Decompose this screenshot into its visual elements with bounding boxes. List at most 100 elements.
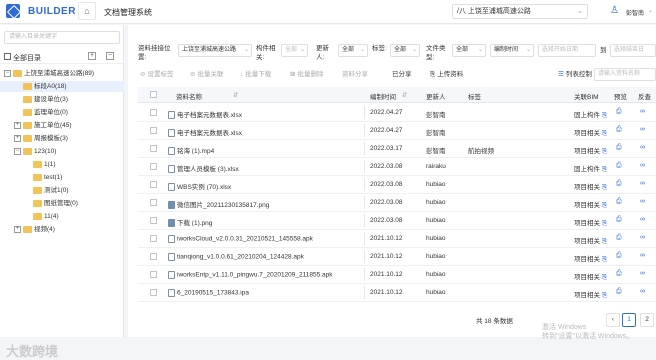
page-2-button[interactable]: 2 (640, 313, 654, 327)
table-row[interactable]: 6_20190515_173843.ipa 2021.10.12 hubiao 项目相… (138, 284, 656, 302)
start-date-input[interactable]: 选择开始日期 (538, 44, 596, 57)
expand-icon[interactable]: + (14, 121, 21, 129)
tree-node[interactable]: 建设单位(3) (0, 94, 124, 105)
reverse-lookup-icon[interactable]: ∞ (640, 162, 645, 169)
user-name[interactable]: 彭智南 (626, 8, 644, 17)
file-name[interactable]: iworksEntp_v1.11.0_pingwu.7_20201209_211… (177, 272, 333, 279)
column-date[interactable]: 编制时间 (370, 91, 396, 101)
tree-node[interactable]: 监理单位(0) (0, 107, 124, 118)
batch-delete-button[interactable]: ⊠ 批量删除 (290, 70, 323, 79)
bim-link[interactable]: 项目相关 ⎘ (574, 145, 607, 156)
tree-node[interactable]: − 上饶至浦城高速公路(89) (0, 68, 124, 79)
file-name[interactable]: 管理人员模板 (3).xlsx (177, 166, 239, 173)
table-row[interactable]: 下载 (1).png 2022.03.08 hubiao 项目相关 ⎘ ⎙ ∞ (138, 212, 656, 230)
row-checkbox[interactable] (150, 253, 157, 260)
file-name[interactable]: 电子档案元数据表.xlsx (177, 112, 242, 119)
row-checkbox[interactable] (150, 109, 157, 116)
reverse-lookup-icon[interactable]: ∞ (640, 288, 645, 295)
bim-link[interactable]: 固上构件 ⎘ (574, 163, 607, 174)
reverse-lookup-icon[interactable]: ∞ (640, 216, 645, 223)
preview-icon[interactable]: ⎙ (616, 180, 622, 188)
link-icon[interactable]: ⎘ (602, 184, 607, 191)
tree-node[interactable]: + 周报模板(3) (0, 133, 124, 144)
tree-node[interactable]: 1(1) (0, 159, 124, 170)
tree-node[interactable]: 11(4) (0, 211, 124, 222)
row-checkbox[interactable] (150, 199, 157, 206)
link-icon[interactable]: ⎘ (602, 292, 607, 299)
bim-link[interactable]: 项目相关 ⎘ (574, 217, 607, 228)
preview-icon[interactable]: ⎙ (616, 216, 622, 224)
file-name[interactable]: WBS实例 (70).xlsx (177, 184, 231, 191)
reverse-lookup-icon[interactable]: ∞ (640, 144, 645, 151)
table-row[interactable]: 微信图片_20211230135817.png 2022.03.08 hubiao 项… (138, 194, 656, 212)
reverse-lookup-icon[interactable]: ∞ (640, 198, 645, 205)
file-name-cell[interactable]: tianqiong_v1.0.0.61_20210204_124428.apk (168, 253, 304, 261)
row-checkbox[interactable] (150, 217, 157, 224)
bim-link[interactable]: 项目相关 ⎘ (574, 199, 607, 210)
component-select[interactable]: 全部 ⌄ (281, 44, 308, 57)
preview-icon[interactable]: ⎙ (616, 270, 622, 278)
collapse-all-icon[interactable]: − (106, 52, 114, 60)
tree-node[interactable]: 标段A0(18) (0, 81, 124, 92)
table-row[interactable]: iworksCloud_v2.0.0.31_20210521_145558.ap… (138, 230, 656, 248)
file-name[interactable]: iworksCloud_v2.0.0.31_20210521_145558.ap… (177, 236, 313, 243)
bim-link[interactable]: 项目相关 ⎘ (574, 181, 607, 192)
file-name-cell[interactable]: WBS实例 (70).xlsx (168, 181, 231, 192)
home-icon[interactable]: ⌂ (78, 2, 96, 20)
table-row[interactable]: WBS实例 (70).xlsx 2022.03.08 hubiao 项目相关 ⎘ ⎙ ∞ (138, 176, 656, 194)
link-icon[interactable]: ⎘ (602, 112, 607, 119)
upload-button[interactable]: ⎘ 上传资料 (430, 70, 463, 79)
file-name-cell[interactable]: 管理人员模板 (3).xlsx (168, 163, 239, 174)
reverse-lookup-icon[interactable]: ∞ (640, 126, 645, 133)
file-name-cell[interactable]: 铭海 (1).mp4 (168, 145, 214, 156)
select-all-checkbox[interactable] (150, 91, 157, 98)
list-control-button[interactable]: ☰ 列表控制 (558, 70, 592, 79)
link-icon[interactable]: ⎘ (602, 220, 607, 227)
file-name-cell[interactable]: 下载 (1).png (168, 217, 212, 228)
reverse-lookup-icon[interactable]: ∞ (640, 252, 645, 259)
batch-link-button[interactable]: ⊘ 批量关联 (190, 70, 223, 79)
reverse-lookup-icon[interactable]: ∞ (640, 270, 645, 277)
expand-icon[interactable]: + (14, 225, 21, 233)
link-icon[interactable]: ⎘ (602, 256, 607, 263)
table-row[interactable]: 铭海 (1).mp4 2022.03.17 彭智南 航拍视频 项目相关 ⎘ ⎙ ∞ (138, 140, 656, 158)
file-name-cell[interactable]: 微信图片_20211230135817.png (168, 199, 269, 210)
table-row[interactable]: iworksEntp_v1.11.0_pingwu.7_20201209_211… (138, 266, 656, 284)
file-name-cell[interactable]: 电子档案元数据表.xlsx (168, 109, 242, 120)
preview-icon[interactable]: ⎙ (616, 144, 622, 152)
row-checkbox[interactable] (150, 235, 157, 242)
tree-node[interactable]: + 施工单位(45) (0, 120, 124, 131)
link-icon[interactable]: ⎘ (602, 274, 607, 281)
row-checkbox[interactable] (150, 145, 157, 152)
tag-select[interactable]: 全部 ⌄ (390, 44, 420, 57)
tree-node[interactable]: 图纸管理(0) (0, 198, 124, 209)
expand-all-icon[interactable]: + (88, 52, 96, 60)
preview-icon[interactable]: ⎙ (616, 252, 622, 260)
shared-button[interactable]: 已分享 (390, 70, 412, 79)
row-checkbox[interactable] (150, 127, 157, 134)
file-name-cell[interactable]: 6_20190515_173843.ipa (168, 289, 249, 297)
table-row[interactable]: 电子档案元数据表.xlsx 2022.04.27 彭智南 项目相关 ⎘ ⎙ ∞ (138, 122, 656, 140)
collapse-icon[interactable]: − (4, 69, 11, 77)
bim-link[interactable]: 固上构件 ⎘ (574, 109, 607, 120)
bim-link[interactable]: 项目相关 ⎘ (574, 271, 607, 282)
row-checkbox[interactable] (150, 181, 157, 188)
sort-icon[interactable]: ⇵ (402, 91, 407, 99)
preview-icon[interactable]: ⎙ (616, 198, 622, 206)
chevron-down-icon[interactable]: ⌄ (648, 7, 653, 14)
preview-icon[interactable]: ⎙ (616, 126, 622, 134)
share-button[interactable]: 资料分享 (340, 70, 368, 79)
table-row[interactable]: 管理人员模板 (3).xlsx 2022.03.08 rairaku 固上构件 ⎘ ⎙ ∞ (138, 158, 656, 176)
file-name-cell[interactable]: 电子档案元数据表.xlsx (168, 127, 242, 138)
tree-node[interactable]: + 视频(4) (0, 224, 124, 235)
link-icon[interactable]: ⎘ (602, 238, 607, 245)
tree-node[interactable]: − 123(10) (0, 146, 124, 157)
preview-icon[interactable]: ⎙ (616, 108, 622, 116)
collapse-icon[interactable]: − (14, 147, 21, 155)
filetype-select[interactable]: 全部 ⌄ (452, 44, 486, 57)
file-name[interactable]: 下载 (1).png (177, 220, 212, 227)
doc-search-input[interactable]: 请输入资料名称 (594, 68, 656, 81)
time-type-select[interactable]: 编制时间 ⌄ (490, 44, 534, 57)
set-tag-button[interactable]: ⊘ 设置标签 (140, 70, 173, 79)
doc-location-select[interactable]: 上饶至浦城高速公路 ⌄ (178, 44, 252, 57)
